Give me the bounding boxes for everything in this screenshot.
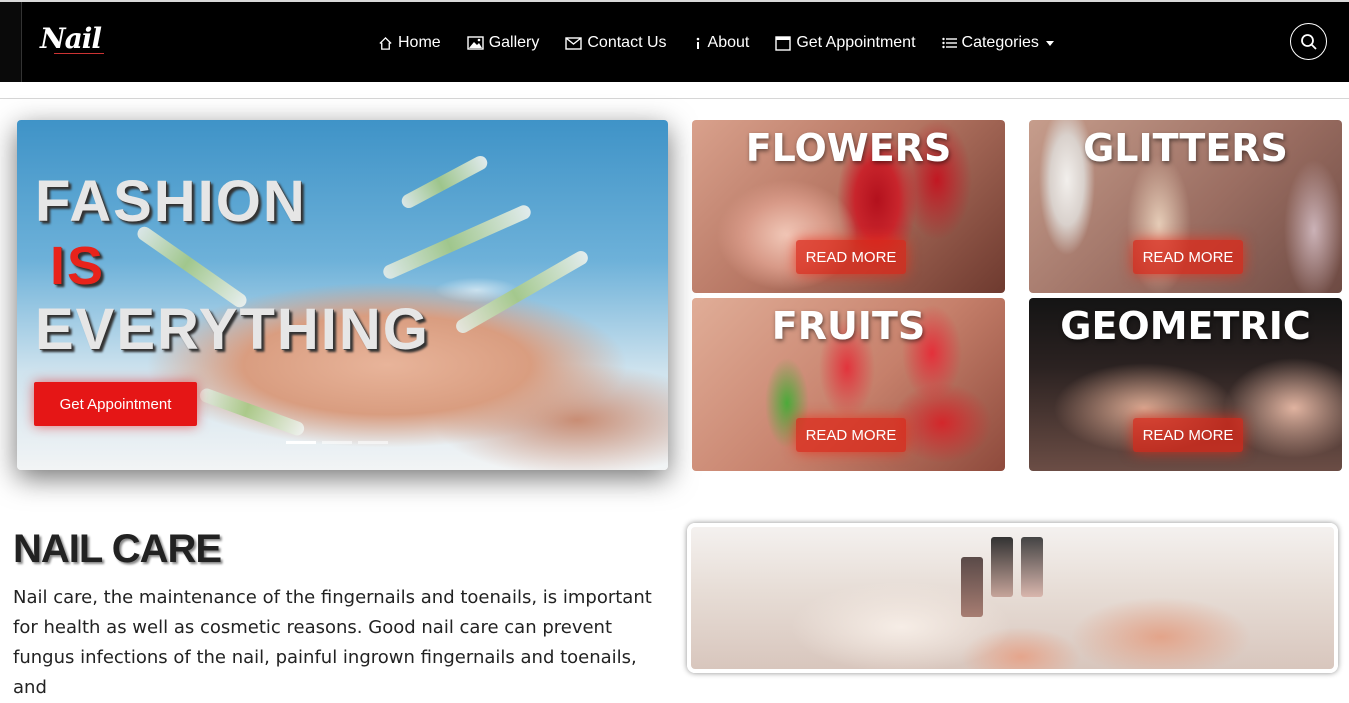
logo-wordmark: Nail (40, 22, 102, 55)
main-menu: Home Gallery Contact Us About Get Appoin… (378, 30, 1054, 56)
read-more-button[interactable]: READ MORE (796, 240, 906, 274)
photo-detail (961, 557, 983, 617)
home-icon (379, 36, 392, 50)
category-title: FRUITS (771, 304, 926, 348)
chevron-down-icon (1045, 40, 1054, 46)
navbar-left-edge (0, 2, 22, 82)
hero-line-3: EVERYTHING (35, 297, 430, 362)
carousel-indicators (286, 441, 394, 444)
header-divider (0, 98, 1349, 99)
calendar-icon (775, 36, 792, 51)
logo-underline (54, 53, 104, 56)
nav-categories-dropdown[interactable]: Categories (941, 34, 1054, 52)
nav-categories-label: Categories (961, 34, 1039, 51)
category-card-glitters[interactable]: GLITTERS READ MORE (1029, 120, 1342, 293)
hero-headline: FASHION IS EVERYTHING (35, 170, 430, 362)
carousel-indicator-2[interactable] (322, 441, 352, 444)
hero-line-1: FASHION (35, 169, 307, 234)
hero-image-detail (197, 386, 307, 438)
search-icon (1300, 33, 1317, 50)
nav-contact[interactable]: Contact Us (565, 34, 667, 52)
list-icon (941, 37, 957, 49)
hero-carousel[interactable]: FASHION IS EVERYTHING Get Appointment (17, 120, 668, 470)
category-title: GLITTERS (1083, 126, 1288, 170)
hero-line-2: IS (50, 236, 106, 296)
read-more-button[interactable]: READ MORE (1133, 418, 1243, 452)
info-icon (696, 37, 699, 49)
hero-appointment-button[interactable]: Get Appointment (34, 382, 197, 426)
top-navbar: Nail Home Gallery Contact Us About Get A… (0, 0, 1349, 82)
nail-care-photo (687, 523, 1338, 673)
nav-appointment-label: Get Appointment (796, 34, 916, 51)
carousel-indicator-3[interactable] (358, 441, 388, 444)
carousel-indicator-1[interactable] (286, 441, 316, 444)
photo-detail (991, 537, 1013, 597)
nav-home-label: Home (398, 34, 441, 51)
nav-contact-label: Contact Us (587, 34, 667, 51)
nav-home[interactable]: Home (378, 34, 441, 52)
category-title: FLOWERS (745, 126, 952, 170)
category-title: GEOMETRIC (1060, 304, 1311, 348)
search-button[interactable] (1290, 23, 1327, 60)
nav-appointment[interactable]: Get Appointment (775, 34, 916, 52)
category-card-geometric[interactable]: GEOMETRIC READ MORE (1029, 298, 1342, 471)
nav-gallery-label: Gallery (488, 34, 540, 51)
section-body-text: Nail care, the maintenance of the finger… (13, 587, 652, 698)
category-card-flowers[interactable]: FLOWERS READ MORE (692, 120, 1005, 293)
nav-about[interactable]: About (693, 34, 750, 52)
image-icon (466, 36, 484, 50)
read-more-button[interactable]: READ MORE (1133, 240, 1243, 274)
category-card-fruits[interactable]: FRUITS READ MORE (692, 298, 1005, 471)
section-title: NAIL CARE (13, 527, 222, 571)
read-more-button[interactable]: READ MORE (796, 418, 906, 452)
nav-about-label: About (707, 34, 750, 51)
nav-gallery[interactable]: Gallery (466, 34, 540, 52)
navbar-top-border (0, 0, 1349, 2)
hero-image-detail (453, 248, 591, 336)
envelope-icon (565, 36, 583, 50)
brand-logo[interactable]: Nail (40, 22, 112, 64)
photo-detail (1021, 537, 1043, 597)
